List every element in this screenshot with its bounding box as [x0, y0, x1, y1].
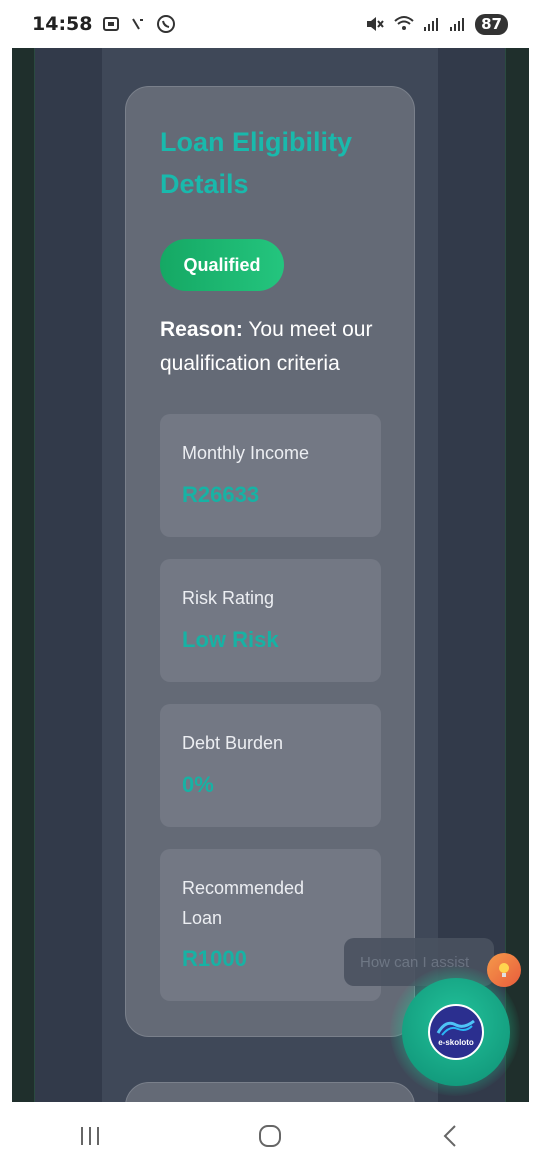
metric-debt-burden: Debt Burden 0%	[160, 704, 381, 827]
signal-icon-2	[449, 16, 467, 32]
metric-label: Risk Rating	[182, 588, 275, 608]
metric-label: Debt Burden	[182, 733, 284, 753]
recent-apps-icon[interactable]	[60, 1111, 120, 1161]
home-icon[interactable]	[240, 1111, 300, 1161]
clock: 14:58	[32, 13, 93, 35]
system-nav-bar	[0, 1102, 540, 1170]
metric-value: R1000	[182, 946, 247, 971]
status-right: 87	[365, 13, 508, 35]
metric-label: Recommended Loan	[182, 878, 305, 928]
status-badge: Qualified	[160, 239, 284, 291]
logo-text: e-skoloto	[438, 1038, 474, 1047]
card-title: Loan Eligibility Details	[160, 127, 353, 199]
loan-eligibility-card: Loan Eligibility Details Qualified Reaso…	[125, 86, 415, 1037]
reason-label: Reason:	[160, 318, 243, 341]
metric-label: Monthly Income	[182, 443, 310, 463]
screenshot-icon	[102, 15, 120, 33]
status-bar: 14:58 87	[0, 0, 540, 48]
chat-assistant-button[interactable]: e-skoloto	[402, 978, 510, 1086]
metric-value: 0%	[182, 772, 214, 797]
back-icon[interactable]	[420, 1111, 480, 1161]
lightbulb-icon[interactable]	[487, 953, 521, 987]
metric-value: R26633	[182, 482, 260, 507]
e-skoloto-logo: e-skoloto	[428, 1004, 484, 1060]
wifi-icon	[393, 15, 415, 33]
battery-indicator: 87	[475, 13, 508, 35]
app-viewport[interactable]: Loan Eligibility Details Qualified Reaso…	[0, 48, 540, 1102]
signal-icon	[423, 16, 441, 32]
mute-icon	[365, 15, 385, 33]
metric-risk-rating: Risk Rating Low Risk	[160, 559, 381, 682]
metric-value: Low Risk	[182, 627, 279, 652]
reason-text: Reason: You meet our qualification crite…	[160, 313, 400, 381]
whatsapp-icon	[156, 14, 176, 34]
status-left: 14:58	[32, 13, 176, 35]
metric-monthly-income: Monthly Income R26633	[160, 414, 381, 537]
missed-call-icon	[130, 16, 146, 32]
wave-icon	[436, 1019, 475, 1036]
next-card	[125, 1082, 415, 1102]
